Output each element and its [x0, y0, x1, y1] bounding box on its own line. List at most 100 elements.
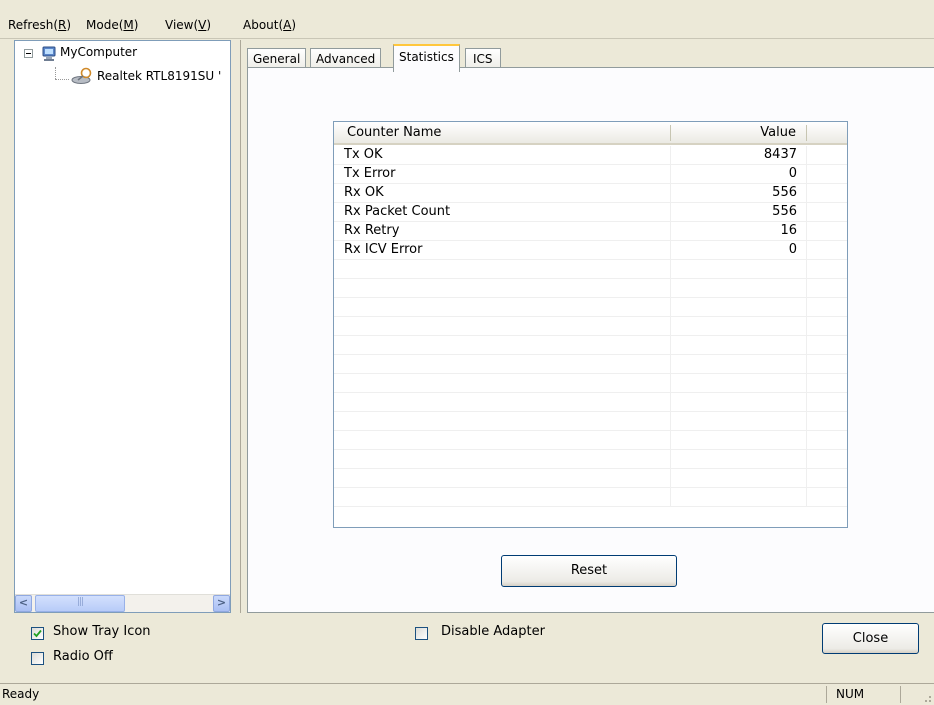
- radio-off-checkbox[interactable]: [31, 652, 44, 665]
- column-gridline: [670, 450, 671, 468]
- device-tree: MyComputer Realtek RTL8191SU ' < ||| >: [14, 40, 231, 613]
- counter-name-cell: Rx OK: [344, 185, 384, 200]
- column-gridline: [670, 279, 671, 297]
- tree-horizontal-scrollbar[interactable]: < ||| >: [15, 594, 230, 612]
- column-gridline: [806, 374, 807, 392]
- table-row[interactable]: Rx ICV Error 0: [334, 241, 847, 260]
- status-text: Ready: [2, 687, 40, 701]
- counter-name-cell: Rx ICV Error: [344, 242, 423, 257]
- column-gridline: [806, 279, 807, 297]
- tree-root-label[interactable]: MyComputer: [60, 45, 137, 59]
- column-gridline: [670, 317, 671, 335]
- counter-name-cell: Rx Retry: [344, 223, 400, 238]
- counter-name-cell: Rx Packet Count: [344, 204, 451, 219]
- tree-connector: [55, 79, 69, 80]
- table-row[interactable]: Rx Packet Count 556: [334, 203, 847, 222]
- reset-button[interactable]: Reset: [501, 555, 677, 587]
- counter-value-cell: 0: [788, 166, 797, 181]
- table-row[interactable]: Rx Retry 16: [334, 222, 847, 241]
- network-adapter-icon: [71, 67, 93, 85]
- column-gridline: [670, 374, 671, 392]
- column-gridline: [806, 393, 807, 411]
- counter-value-cell: 16: [780, 223, 797, 238]
- column-gridline: [806, 336, 807, 354]
- menu-refresh[interactable]: Refresh(R): [8, 18, 71, 32]
- column-gridline: [670, 336, 671, 354]
- statistics-list[interactable]: Counter Name Value Tx OK 8437 Tx Error 0 Rx …: [333, 121, 848, 528]
- column-gridline: [806, 184, 807, 202]
- computer-icon: [42, 46, 56, 62]
- table-row[interactable]: Rx OK 556: [334, 184, 847, 203]
- tab-statistics[interactable]: Statistics: [393, 44, 460, 72]
- tree-connector: [55, 67, 56, 79]
- num-lock-indicator: NUM: [836, 687, 865, 701]
- menu-view[interactable]: View(V): [165, 18, 211, 32]
- disable-adapter-label[interactable]: Disable Adapter: [441, 624, 545, 639]
- counter-value-cell: 556: [772, 204, 797, 219]
- radio-off-label[interactable]: Radio Off: [53, 649, 113, 664]
- table-row[interactable]: [334, 431, 847, 450]
- column-gridline: [806, 260, 807, 278]
- table-row[interactable]: [334, 469, 847, 488]
- column-gridline: [806, 298, 807, 316]
- column-gridline: [670, 355, 671, 373]
- table-row[interactable]: [334, 374, 847, 393]
- column-gridline: [670, 393, 671, 411]
- table-row[interactable]: [334, 355, 847, 374]
- disable-adapter-checkbox[interactable]: [415, 627, 428, 640]
- column-gridline: [806, 241, 807, 259]
- column-divider[interactable]: [806, 125, 807, 141]
- list-header: Counter Name Value: [334, 122, 847, 145]
- column-gridline: [670, 469, 671, 487]
- show-tray-icon-label[interactable]: Show Tray Icon: [53, 624, 151, 639]
- list-rows: Tx OK 8437 Tx Error 0 Rx OK 556 Rx Packet Coun…: [334, 146, 847, 507]
- column-gridline: [806, 203, 807, 221]
- resize-grip-icon[interactable]: [920, 691, 932, 703]
- column-gridline: [806, 431, 807, 449]
- status-divider: [900, 686, 901, 703]
- column-gridline: [806, 488, 807, 506]
- menu-bar: Refresh(R) Mode(M) View(V) About(A): [0, 0, 934, 39]
- menu-about[interactable]: About(A): [243, 18, 296, 32]
- column-gridline: [806, 450, 807, 468]
- scrollbar-thumb[interactable]: |||: [35, 595, 125, 612]
- table-row[interactable]: [334, 336, 847, 355]
- counter-value-cell: 0: [788, 242, 797, 257]
- tree-adapter-label[interactable]: Realtek RTL8191SU ': [97, 69, 221, 83]
- close-button[interactable]: Close: [822, 623, 919, 654]
- scroll-left-icon[interactable]: <: [15, 595, 32, 612]
- table-row[interactable]: [334, 488, 847, 507]
- column-gridline: [670, 488, 671, 506]
- column-gridline: [806, 222, 807, 240]
- counter-name-cell: Tx OK: [344, 147, 383, 162]
- table-row[interactable]: [334, 450, 847, 469]
- show-tray-icon-checkbox[interactable]: [31, 627, 44, 640]
- table-row[interactable]: Tx Error 0: [334, 165, 847, 184]
- statistics-panel: Counter Name Value Tx OK 8437 Tx Error 0 Rx …: [247, 67, 934, 613]
- table-row[interactable]: [334, 279, 847, 298]
- column-gridline: [806, 146, 807, 164]
- status-divider: [826, 686, 827, 703]
- status-bar: Ready NUM: [0, 683, 934, 705]
- counter-name-cell: Tx Error: [344, 166, 396, 181]
- column-gridline: [806, 412, 807, 430]
- table-row[interactable]: [334, 412, 847, 431]
- column-gridline: [670, 431, 671, 449]
- table-row[interactable]: [334, 317, 847, 336]
- table-row[interactable]: [334, 393, 847, 412]
- column-gridline: [806, 469, 807, 487]
- check-mark-icon: [33, 629, 42, 638]
- column-header-counter-name[interactable]: Counter Name: [347, 122, 441, 143]
- scroll-right-icon[interactable]: >: [213, 595, 230, 612]
- menu-mode[interactable]: Mode(M): [86, 18, 138, 32]
- adapter-properties: General Advanced Statistics ICS Counter …: [240, 40, 934, 613]
- column-gridline: [806, 165, 807, 183]
- column-header-value[interactable]: Value: [670, 122, 796, 143]
- column-gridline: [806, 317, 807, 335]
- table-row[interactable]: [334, 260, 847, 279]
- table-row[interactable]: [334, 298, 847, 317]
- column-gridline: [670, 260, 671, 278]
- table-row[interactable]: Tx OK 8437: [334, 146, 847, 165]
- collapse-toggle-icon[interactable]: [24, 49, 33, 58]
- column-gridline: [670, 412, 671, 430]
